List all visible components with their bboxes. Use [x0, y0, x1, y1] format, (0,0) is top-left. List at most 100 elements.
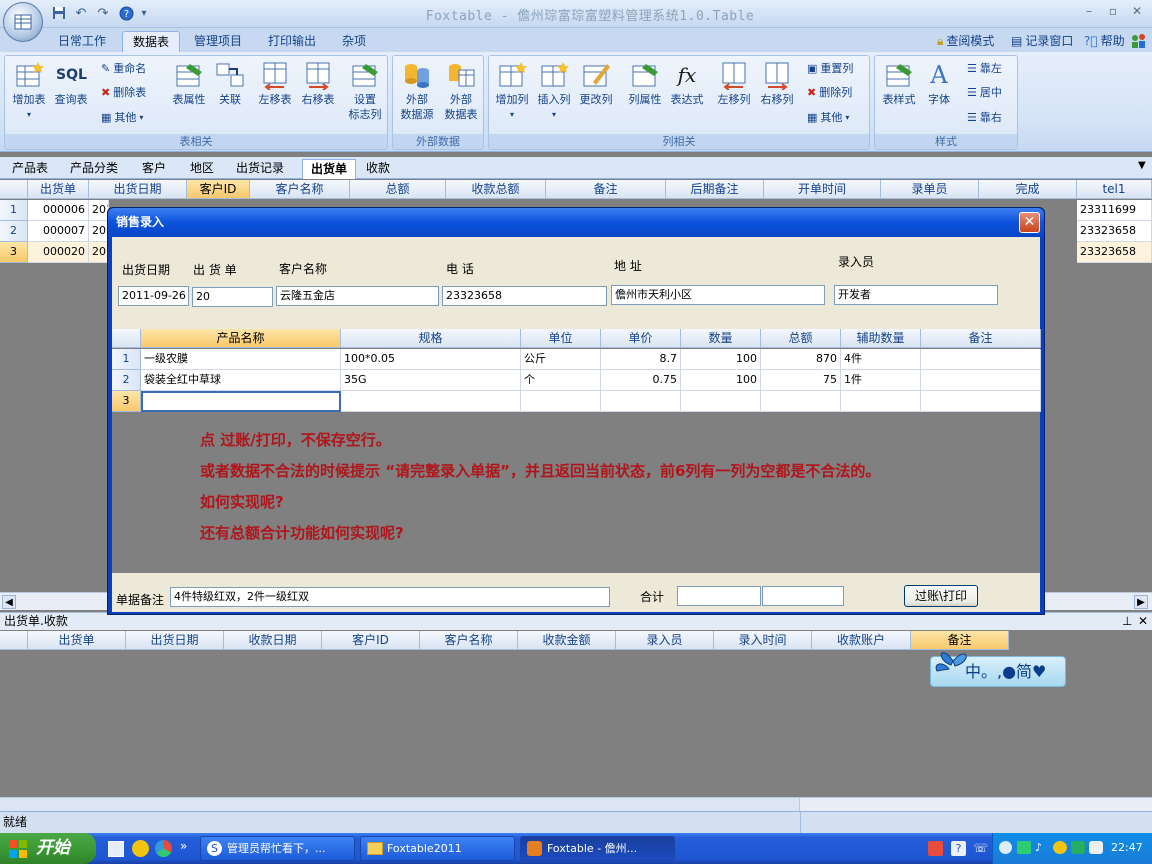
- users-icon[interactable]: [1130, 33, 1148, 49]
- delete-table-button[interactable]: ✖ 删除表: [101, 83, 146, 103]
- cell-order[interactable]: 000020: [28, 242, 89, 263]
- col-header-date[interactable]: 出货日期: [89, 180, 187, 199]
- add-table-button[interactable]: 增加表 ▾: [7, 60, 51, 122]
- lower-hscrollbar[interactable]: [0, 797, 1152, 811]
- sum-field-2[interactable]: [762, 586, 844, 606]
- sheet-tab-receipts[interactable]: 收款: [358, 159, 398, 179]
- col-header-later-note[interactable]: 后期备注: [666, 180, 764, 199]
- lower-panel-close-icon[interactable]: ✕: [1138, 613, 1148, 630]
- external-table-button[interactable]: 外部 数据表: [439, 60, 483, 122]
- item-cell-note[interactable]: [921, 370, 1041, 391]
- cell-order[interactable]: 000007: [28, 221, 89, 242]
- clock[interactable]: 22:47: [1111, 841, 1143, 854]
- lower-col-receipt-date[interactable]: 收款日期: [224, 631, 322, 650]
- lower-col-order[interactable]: 出货单: [28, 631, 126, 650]
- network-icon[interactable]: [1017, 841, 1031, 854]
- move-column-left-button[interactable]: 左移列: [713, 60, 755, 107]
- maximize-button[interactable]: ▫: [1102, 4, 1124, 22]
- items-col-unit[interactable]: 单位: [521, 329, 601, 348]
- item-cell-note[interactable]: [921, 349, 1041, 370]
- app-menu-button[interactable]: [3, 2, 43, 42]
- date-field[interactable]: 2011-09-26: [118, 286, 189, 306]
- sheet-tab-customers[interactable]: 客户: [134, 159, 174, 179]
- clerk-field[interactable]: 开发者: [834, 285, 998, 305]
- sum-field-1[interactable]: [677, 586, 761, 606]
- redo-icon[interactable]: ↷: [94, 5, 112, 21]
- tray-misc-icon[interactable]: [1089, 841, 1103, 854]
- item-cell-spec[interactable]: [341, 391, 521, 412]
- customer-field[interactable]: 云隆五金店: [276, 286, 439, 306]
- item-cell-aux[interactable]: [841, 391, 921, 412]
- col-header-open-time[interactable]: 开单时间: [764, 180, 881, 199]
- pin-icon[interactable]: ⊥: [1122, 613, 1132, 630]
- start-button[interactable]: 开始: [0, 833, 96, 864]
- item-cell-note[interactable]: [921, 391, 1041, 412]
- move-table-right-button[interactable]: 右移表: [298, 60, 338, 107]
- lower-col-customer-name[interactable]: 客户名称: [420, 631, 518, 650]
- lower-col-amount[interactable]: 收款金额: [518, 631, 616, 650]
- item-cell-aux[interactable]: 4件: [841, 349, 921, 370]
- item-cell-spec[interactable]: 35G: [341, 370, 521, 391]
- col-header-order[interactable]: 出货单: [28, 180, 89, 199]
- add-column-button[interactable]: 增加列 ▾: [491, 60, 533, 122]
- item-cell-total[interactable]: [761, 391, 841, 412]
- tab-print-output[interactable]: 打印输出: [258, 31, 326, 52]
- help-round-icon[interactable]: ?: [117, 5, 135, 21]
- align-left-button[interactable]: ☰ 靠左: [967, 59, 1002, 79]
- delete-column-button[interactable]: ✖ 删除列: [807, 83, 852, 103]
- tab-data-table[interactable]: 数据表: [122, 31, 181, 52]
- items-col-name[interactable]: 产品名称: [141, 329, 341, 348]
- item-cell-total[interactable]: 870: [761, 349, 841, 370]
- quicklaunch-app-icon[interactable]: [132, 840, 149, 857]
- scroll-right-icon[interactable]: ▶: [1134, 595, 1148, 609]
- qat-dropdown-icon[interactable]: ▾: [135, 5, 153, 21]
- item-cell-unit[interactable]: 公斤: [521, 349, 601, 370]
- items-col-total[interactable]: 总额: [761, 329, 841, 348]
- sheet-tabs-dropdown-icon[interactable]: ▼: [1138, 160, 1146, 171]
- col-header-total[interactable]: 总额: [350, 180, 446, 199]
- lower-scroll-track[interactable]: [0, 798, 800, 811]
- tray-help-icon[interactable]: ?: [951, 841, 966, 856]
- cell-tel1[interactable]: 23323658: [1077, 221, 1152, 242]
- item-cell-spec[interactable]: 100*0.05: [341, 349, 521, 370]
- item-cell-qty[interactable]: 100: [681, 370, 761, 391]
- change-column-button[interactable]: 更改列: [575, 60, 617, 107]
- lower-col-customer-id[interactable]: 客户ID: [322, 631, 420, 650]
- items-col-aux[interactable]: 辅助数量: [841, 329, 921, 348]
- lookup-mode-button[interactable]: 🔒︎ 查阅模式: [937, 31, 994, 51]
- row-number[interactable]: 2: [0, 221, 28, 242]
- items-col-spec[interactable]: 规格: [341, 329, 521, 348]
- tray-back-icon[interactable]: [999, 841, 1012, 854]
- tab-daily-work[interactable]: 日常工作: [48, 31, 116, 52]
- rename-button[interactable]: ✎ 重命名: [101, 59, 146, 79]
- post-print-button[interactable]: 过账\打印: [904, 585, 978, 607]
- row-number[interactable]: 1: [0, 200, 28, 221]
- reset-column-button[interactable]: ▣ 重置列: [807, 59, 853, 79]
- minimize-button[interactable]: –: [1078, 4, 1100, 22]
- col-header-clerk[interactable]: 录单员: [881, 180, 979, 199]
- lower-col-entry-time[interactable]: 录入时间: [714, 631, 812, 650]
- item-cell-qty[interactable]: [681, 391, 761, 412]
- cell-date[interactable]: 201: [89, 242, 109, 263]
- item-cell-name-active[interactable]: [141, 391, 341, 412]
- insert-column-button[interactable]: 插入列 ▾: [533, 60, 575, 122]
- cell-tel1[interactable]: 23311699: [1077, 200, 1152, 221]
- col-header-note[interactable]: 备注: [546, 180, 666, 199]
- phone-field[interactable]: 23323658: [442, 286, 607, 306]
- align-right-button[interactable]: ☰ 靠右: [967, 108, 1002, 128]
- cell-date[interactable]: 201: [89, 221, 109, 242]
- item-cell-price[interactable]: [601, 391, 681, 412]
- order-field[interactable]: 20: [192, 287, 273, 307]
- item-cell-total[interactable]: 75: [761, 370, 841, 391]
- save-icon[interactable]: [50, 5, 68, 21]
- address-field[interactable]: 儋州市天利小区: [611, 285, 825, 305]
- sheet-tab-region[interactable]: 地区: [182, 159, 222, 179]
- column-properties-button[interactable]: 列属性: [623, 60, 667, 107]
- task-folder[interactable]: Foxtable2011: [360, 836, 515, 861]
- cell-date[interactable]: 201: [89, 200, 109, 221]
- items-col-qty[interactable]: 数量: [681, 329, 761, 348]
- item-cell-aux[interactable]: 1件: [841, 370, 921, 391]
- relations-button[interactable]: 关联: [210, 60, 250, 107]
- scroll-left-icon[interactable]: ◀: [2, 595, 16, 609]
- col-header-received-total[interactable]: 收款总额: [446, 180, 546, 199]
